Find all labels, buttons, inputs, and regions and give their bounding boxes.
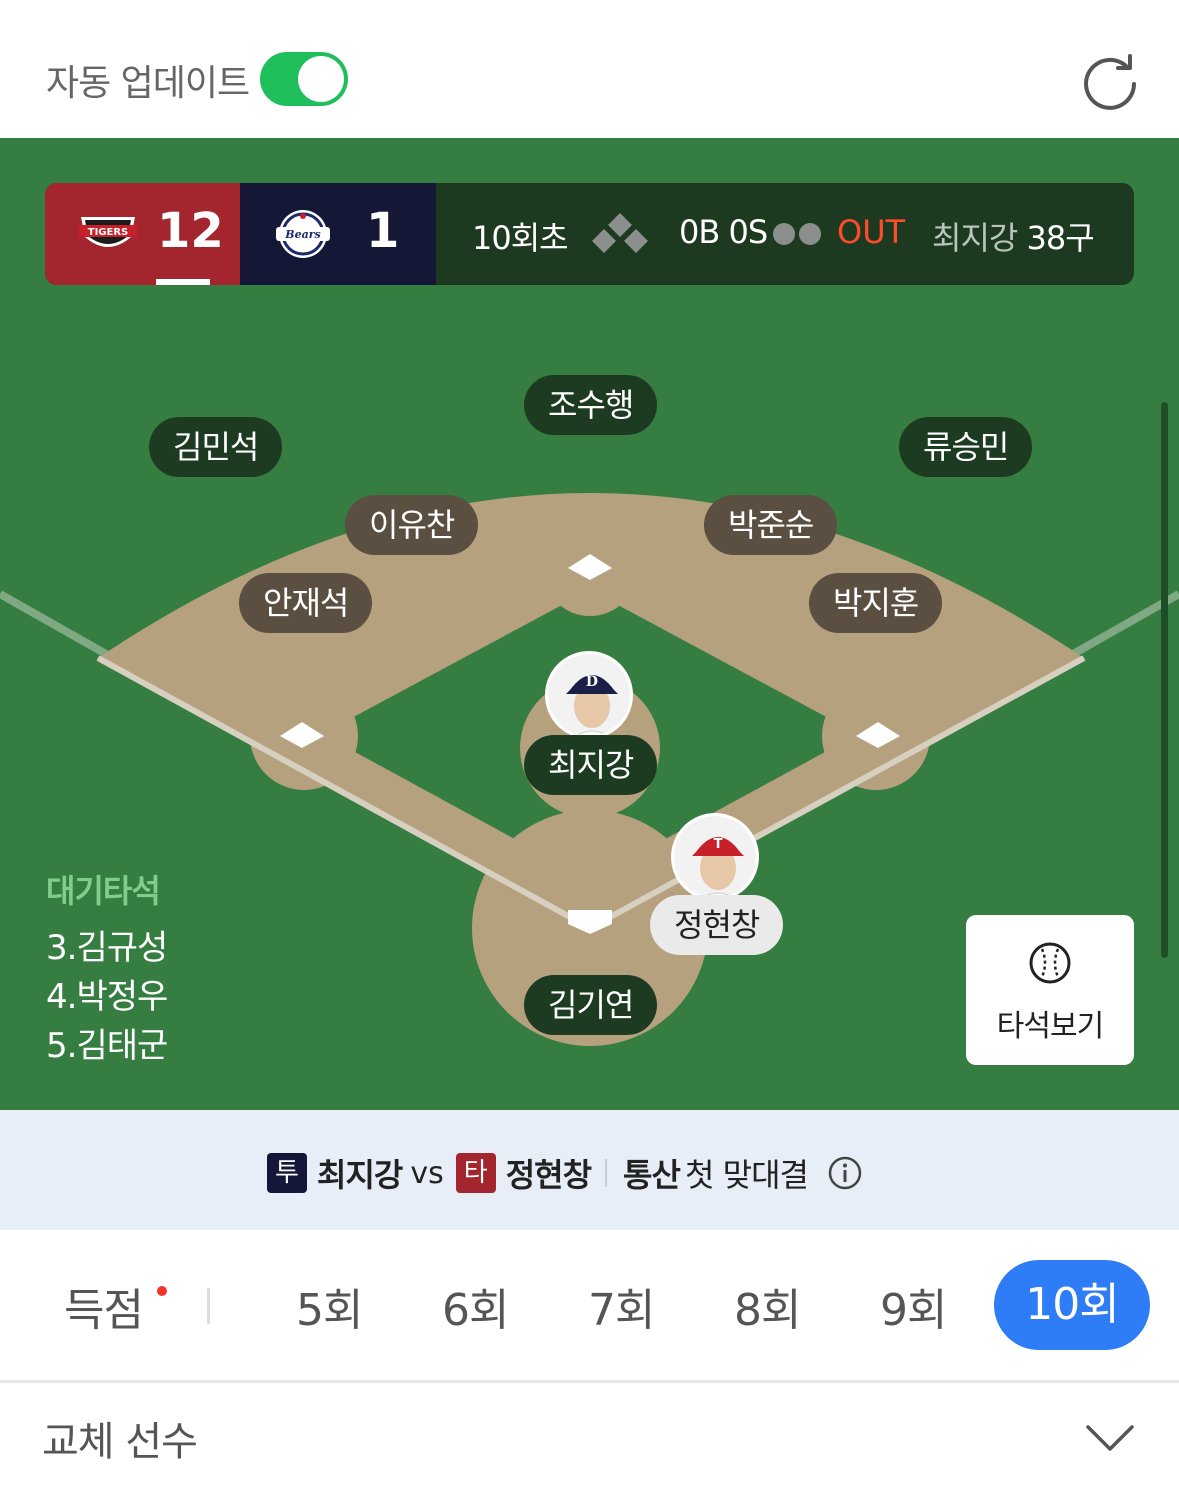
- bases-indicator-icon: [592, 213, 648, 253]
- baseball-field: TIGERS 12 Bears 1 10회초 0B 0S OUT 최지강 38구…: [0, 138, 1179, 1110]
- pitcher-badge: 투: [267, 1153, 307, 1193]
- fielder-pitcher[interactable]: 최지강: [524, 735, 658, 795]
- fielder-right-field[interactable]: 류승민: [899, 417, 1033, 477]
- inning-tabs: 득점 5회 6회 7회 8회 9회 10회: [0, 1230, 1179, 1380]
- refresh-icon[interactable]: [1080, 50, 1140, 110]
- on-deck-title: 대기타석: [46, 872, 161, 910]
- fielder-catcher[interactable]: 김기연: [524, 975, 658, 1035]
- tab-inning-8[interactable]: 8회: [734, 1274, 801, 1338]
- svg-text:Bears: Bears: [284, 228, 320, 241]
- on-deck-batter: 4.박정우: [46, 977, 168, 1017]
- view-at-bat-label: 타석보기: [996, 1009, 1104, 1044]
- top-bar: 자동 업데이트: [0, 0, 1179, 138]
- info-icon[interactable]: [827, 1155, 863, 1191]
- batter-badge: 타: [455, 1153, 496, 1193]
- fielder-second-base[interactable]: 박준순: [704, 495, 838, 555]
- inning-label: 10회초: [472, 219, 569, 257]
- view-at-bat-button[interactable]: 타석보기: [966, 915, 1134, 1065]
- fielder-shortstop[interactable]: 이유찬: [345, 495, 479, 555]
- home-score: 12: [157, 203, 224, 259]
- on-deck-list: 대기타석 3.김규성 4.박정우 5.김태군: [46, 866, 168, 1071]
- matchup-divider: [605, 1159, 608, 1187]
- svg-text:D: D: [586, 674, 598, 690]
- history-value: 첫 맞대결: [685, 1156, 809, 1194]
- chevron-down-icon[interactable]: [1084, 1419, 1136, 1455]
- batter-name-chip[interactable]: 정현창: [650, 895, 784, 955]
- away-team-panel[interactable]: Bears 1: [240, 183, 436, 285]
- away-score: 1: [366, 203, 400, 259]
- svg-text:TIGERS: TIGERS: [88, 227, 128, 238]
- svg-text:T: T: [714, 837, 723, 852]
- tab-inning-6[interactable]: 6회: [442, 1274, 509, 1338]
- fielder-first-base[interactable]: 박지훈: [809, 573, 943, 633]
- pitch-count-info: 최지강 38구: [932, 213, 1095, 259]
- baseball-icon: [1029, 942, 1071, 984]
- new-score-dot: [157, 1286, 167, 1296]
- auto-update-label: 자동 업데이트: [46, 63, 250, 104]
- pitcher-avatar[interactable]: D: [545, 651, 633, 739]
- home-team-panel[interactable]: TIGERS 12: [45, 183, 240, 285]
- tab-score[interactable]: 득점: [64, 1274, 144, 1338]
- out-dot: [773, 223, 795, 245]
- fielder-center-field[interactable]: 조수행: [524, 375, 658, 435]
- history-label: 통산: [623, 1156, 681, 1194]
- auto-update-toggle[interactable]: [260, 52, 348, 106]
- substitutes-accordion[interactable]: 교체 선수: [0, 1383, 1179, 1494]
- batter-avatar[interactable]: T: [671, 813, 759, 901]
- active-team-indicator: [156, 279, 210, 285]
- tab-inning-7[interactable]: 7회: [588, 1274, 655, 1338]
- fielder-left-field[interactable]: 김민석: [149, 417, 283, 477]
- tab-inning-10[interactable]: 10회: [994, 1260, 1150, 1350]
- tigers-logo-icon: TIGERS: [79, 217, 137, 247]
- toggle-knob: [298, 56, 344, 102]
- ball-strike-count: 0B 0S: [679, 213, 768, 251]
- tab-inning-5[interactable]: 5회: [296, 1274, 363, 1338]
- out-dot: [799, 223, 821, 245]
- pitcher-name: 최지강: [932, 219, 1018, 257]
- tab-inning-9[interactable]: 9회: [880, 1274, 947, 1338]
- tab-divider: [207, 1288, 210, 1324]
- on-deck-batter: 3.김규성: [46, 928, 168, 968]
- pitch-count: 38구: [1026, 219, 1095, 257]
- matchup-pitcher[interactable]: 최지강: [317, 1156, 403, 1194]
- fielder-third-base[interactable]: 안재석: [239, 573, 373, 633]
- matchup-batter[interactable]: 정현창: [506, 1156, 592, 1194]
- bears-logo-icon: Bears: [276, 210, 330, 258]
- scrollbar[interactable]: [1161, 402, 1168, 958]
- scoreboard: TIGERS 12 Bears 1 10회초 0B 0S OUT 최지강 38구: [45, 183, 1134, 285]
- substitutes-label: 교체 선수: [42, 1419, 198, 1465]
- out-label: OUT: [837, 213, 906, 251]
- out-indicator: [773, 223, 825, 249]
- vs-label: vs: [410, 1155, 444, 1191]
- on-deck-batter: 5.김태군: [46, 1026, 168, 1066]
- matchup-bar: 투 최지강 vs 타 정현창 통산 첫 맞대결: [0, 1110, 1179, 1230]
